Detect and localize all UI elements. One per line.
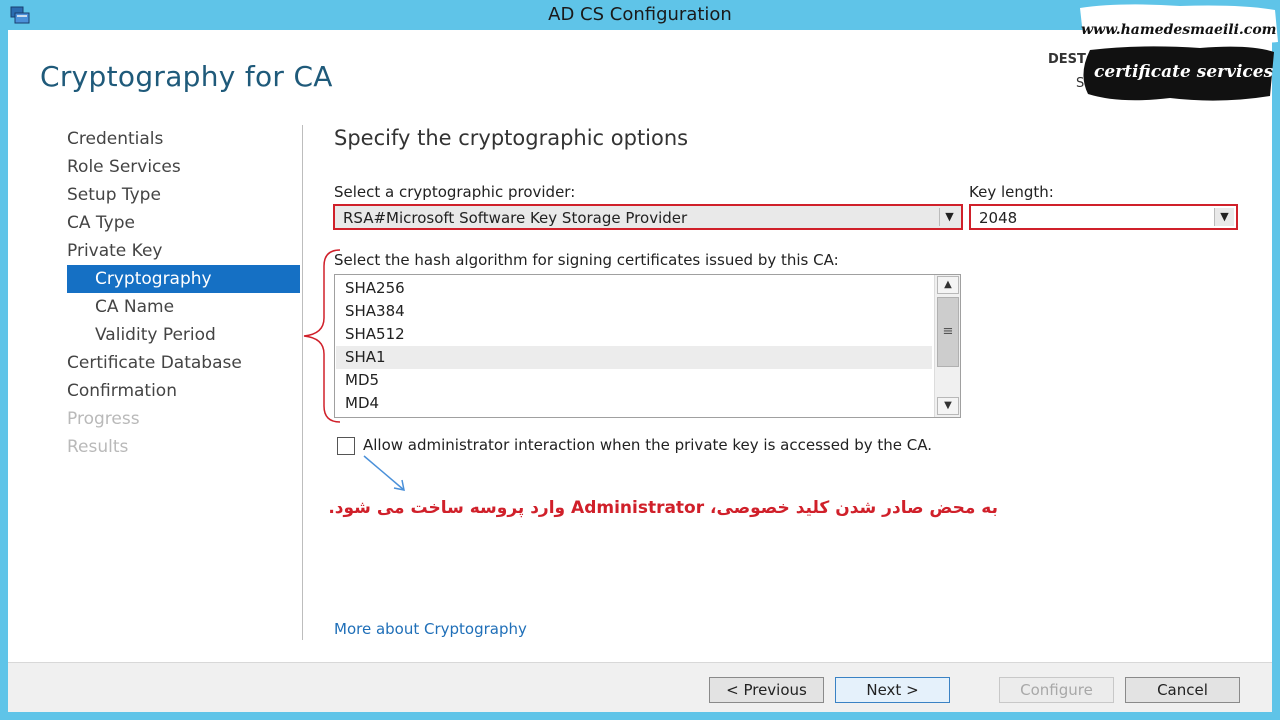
nav-item-role-services[interactable]: Role Services — [67, 153, 181, 181]
list-item-selected[interactable]: SHA1 — [336, 346, 932, 369]
scrollbar[interactable]: ▲ ≡ ▼ — [934, 275, 960, 417]
list-item[interactable]: SHA256 — [336, 277, 932, 300]
hash-label: Select the hash algorithm for signing ce… — [334, 251, 839, 269]
nav-item-ca-name[interactable]: CA Name — [95, 293, 174, 321]
nav-item-confirmation[interactable]: Confirmation — [67, 377, 177, 405]
nav-item-ca-type[interactable]: CA Type — [67, 209, 135, 237]
nav-item-results: Results — [67, 437, 129, 457]
chevron-down-icon[interactable]: ▼ — [937, 397, 959, 415]
more-about-cryptography-link[interactable]: More about Cryptography — [334, 620, 527, 638]
key-length-value: 2048 — [979, 209, 1018, 227]
window: AD CS Configuration Cryptography for CA … — [0, 0, 1280, 720]
nav-item-progress: Progress — [67, 409, 140, 429]
annotation-arrow — [363, 455, 405, 491]
page-title: Cryptography for CA — [40, 60, 333, 93]
list-item[interactable]: SHA512 — [336, 323, 932, 346]
chevron-up-icon[interactable]: ▲ — [937, 276, 959, 294]
provider-value: RSA#Microsoft Software Key Storage Provi… — [343, 209, 688, 227]
scrollbar-thumb[interactable]: ≡ — [937, 297, 959, 367]
watermark-brush-icon — [1080, 4, 1278, 101]
previous-button[interactable]: < Previous — [709, 677, 824, 703]
wizard-footer: < Previous Next > Configure Cancel — [8, 662, 1272, 712]
nav-item-certificate-database[interactable]: Certificate Database — [67, 349, 242, 377]
admin-interaction-checkbox[interactable] — [337, 437, 355, 455]
configure-button: Configure — [999, 677, 1114, 703]
admin-interaction-label: Allow administrator interaction when the… — [363, 436, 933, 454]
cancel-button[interactable]: Cancel — [1125, 677, 1240, 703]
section-title: Specify the cryptographic options — [334, 126, 689, 150]
list-item[interactable]: SHA384 — [336, 300, 932, 323]
wizard-client-area: Cryptography for CA DEST Se Credentials … — [8, 30, 1272, 712]
chevron-down-icon[interactable]: ▼ — [1214, 208, 1234, 226]
provider-dropdown[interactable]: RSA#Microsoft Software Key Storage Provi… — [333, 204, 963, 230]
watermark-tag: certificate services — [1094, 62, 1274, 82]
list-item[interactable]: MD5 — [336, 369, 932, 392]
list-item[interactable]: MD4 — [336, 392, 932, 415]
key-length-dropdown[interactable]: 2048 ▼ — [969, 204, 1238, 230]
watermark-url: www.hamedesmaeili.com — [1081, 22, 1277, 38]
nav-item-validity-period[interactable]: Validity Period — [95, 321, 216, 349]
provider-label: Select a cryptographic provider: — [334, 183, 576, 201]
nav-item-private-key[interactable]: Private Key — [67, 237, 163, 265]
persian-annotation: به محض صادر شدن کلید خصوصی، Administrato… — [328, 498, 998, 518]
nav-item-setup-type[interactable]: Setup Type — [67, 181, 161, 209]
chevron-down-icon[interactable]: ▼ — [939, 208, 959, 226]
hash-algorithm-list[interactable]: SHA256 SHA384 SHA512 SHA1 MD5 MD4 ▲ ≡ ▼ — [334, 274, 961, 418]
key-length-label: Key length: — [969, 183, 1054, 201]
nav-item-cryptography[interactable]: Cryptography — [67, 265, 300, 293]
nav-item-credentials[interactable]: Credentials — [67, 125, 163, 153]
next-button[interactable]: Next > — [835, 677, 950, 703]
